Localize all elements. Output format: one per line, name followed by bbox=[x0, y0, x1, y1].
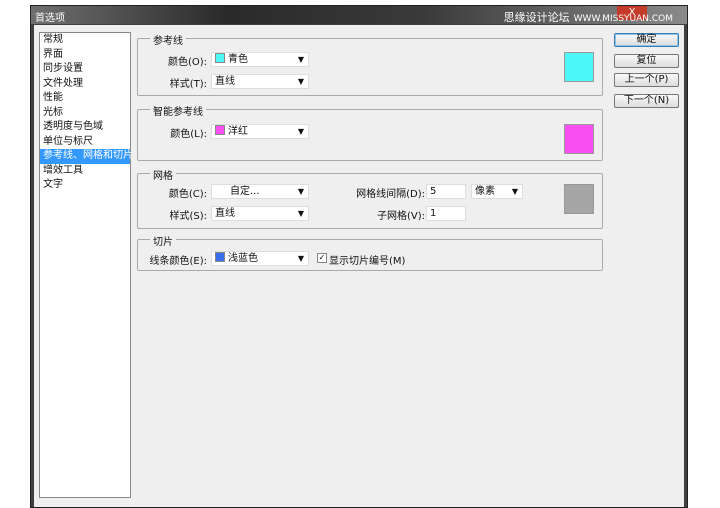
gridline-every-input[interactable]: 5 bbox=[426, 184, 466, 199]
category-list: 常规 界面 同步设置 文件处理 性能 光标 透明度与色域 单位与标尺 参考线、网… bbox=[39, 32, 133, 498]
sidebar-item-cursors[interactable]: 光标 bbox=[40, 106, 130, 121]
subdivisions-input[interactable]: 1 bbox=[426, 206, 466, 221]
slices-title: 切片 bbox=[150, 233, 176, 248]
prev-button[interactable]: 上一个(P) bbox=[614, 73, 679, 87]
color-chip bbox=[215, 252, 225, 262]
grid-style-label: 样式(S): bbox=[169, 211, 207, 222]
grid-group: 网格 颜色(C): 自定... ▼ 样式(S): 直线 ▼ 网格线间隔(D): 5 … bbox=[137, 167, 603, 229]
slices-color-label: 线条颜色(E): bbox=[149, 256, 208, 267]
slices-color-select[interactable]: 浅蓝色 ▼ bbox=[211, 251, 309, 266]
reset-button[interactable]: 复位 bbox=[614, 54, 679, 68]
smart-guides-color-swatch[interactable] bbox=[564, 124, 594, 154]
guides-color-label: 颜色(O): bbox=[167, 57, 207, 68]
window-title: 首选项 bbox=[35, 13, 65, 24]
chevron-down-icon: ▼ bbox=[511, 187, 518, 196]
guides-color-select[interactable]: 青色 ▼ bbox=[211, 52, 309, 67]
grid-style-select[interactable]: 直线 ▼ bbox=[211, 206, 309, 221]
smart-guides-color-select[interactable]: 洋红 ▼ bbox=[211, 124, 309, 139]
guides-group: 参考线 颜色(O): 青色 ▼ 样式(T): 直线 ▼ bbox=[137, 32, 603, 96]
chevron-down-icon: ▼ bbox=[297, 254, 304, 263]
watermark: 思缘设计论坛 WWW.MISSYUAN.COM bbox=[503, 11, 673, 24]
sidebar-item-general[interactable]: 常规 bbox=[40, 33, 130, 48]
chevron-down-icon: ▼ bbox=[297, 187, 304, 196]
slices-group: 切片 线条颜色(E): 浅蓝色 ▼ ✓ 显示切片编号(M) bbox=[137, 233, 603, 271]
gridline-every-label: 网格线间隔(D): bbox=[356, 189, 425, 200]
show-slice-numbers-checkbox[interactable]: ✓ bbox=[317, 253, 327, 263]
title-bar[interactable]: 首选项 X 思缘设计论坛 WWW.MISSYUAN.COM bbox=[31, 6, 687, 24]
preferences-dialog: 首选项 X 思缘设计论坛 WWW.MISSYUAN.COM 常规 界面 同步设置 … bbox=[30, 5, 688, 508]
subdivisions-label: 子网格(V): bbox=[376, 211, 425, 222]
grid-title: 网格 bbox=[150, 167, 176, 182]
chevron-down-icon: ▼ bbox=[297, 55, 304, 64]
smart-guides-group: 智能参考线 颜色(L): 洋红 ▼ bbox=[137, 103, 603, 161]
sidebar-item-sync[interactable]: 同步设置 bbox=[40, 62, 130, 77]
gridline-unit-select[interactable]: 像素 ▼ bbox=[471, 184, 523, 199]
sidebar-item-type[interactable]: 文字 bbox=[40, 178, 130, 193]
guides-style-select[interactable]: 直线 ▼ bbox=[211, 74, 309, 89]
sidebar-item-file-handling[interactable]: 文件处理 bbox=[40, 77, 130, 92]
chevron-down-icon: ▼ bbox=[297, 77, 304, 86]
grid-color-swatch[interactable] bbox=[564, 184, 594, 214]
chevron-down-icon: ▼ bbox=[297, 209, 304, 218]
show-slice-numbers-label[interactable]: 显示切片编号(M) bbox=[329, 252, 405, 267]
sidebar-item-interface[interactable]: 界面 bbox=[40, 48, 130, 63]
guides-style-label: 样式(T): bbox=[169, 79, 207, 90]
sidebar-item-transparency[interactable]: 透明度与色域 bbox=[40, 120, 130, 135]
smart-guides-color-label: 颜色(L): bbox=[170, 129, 207, 140]
color-chip bbox=[215, 53, 225, 63]
grid-color-label: 颜色(C): bbox=[168, 189, 207, 200]
dialog-body: 常规 界面 同步设置 文件处理 性能 光标 透明度与色域 单位与标尺 参考线、网… bbox=[34, 25, 684, 507]
grid-color-select[interactable]: 自定... ▼ bbox=[211, 184, 309, 199]
sidebar-item-plugins[interactable]: 增效工具 bbox=[40, 164, 130, 179]
sidebar-item-performance[interactable]: 性能 bbox=[40, 91, 130, 106]
color-chip bbox=[215, 125, 225, 135]
guides-title: 参考线 bbox=[150, 32, 186, 47]
ok-button[interactable]: 确定 bbox=[614, 33, 679, 47]
sidebar-item-units[interactable]: 单位与标尺 bbox=[40, 135, 130, 150]
chevron-down-icon: ▼ bbox=[297, 127, 304, 136]
smart-guides-title: 智能参考线 bbox=[150, 103, 206, 118]
guides-color-swatch[interactable] bbox=[564, 52, 594, 82]
sidebar-item-guides-grid-slices[interactable]: 参考线、网格和切片 bbox=[40, 149, 133, 164]
next-button[interactable]: 下一个(N) bbox=[614, 94, 679, 108]
